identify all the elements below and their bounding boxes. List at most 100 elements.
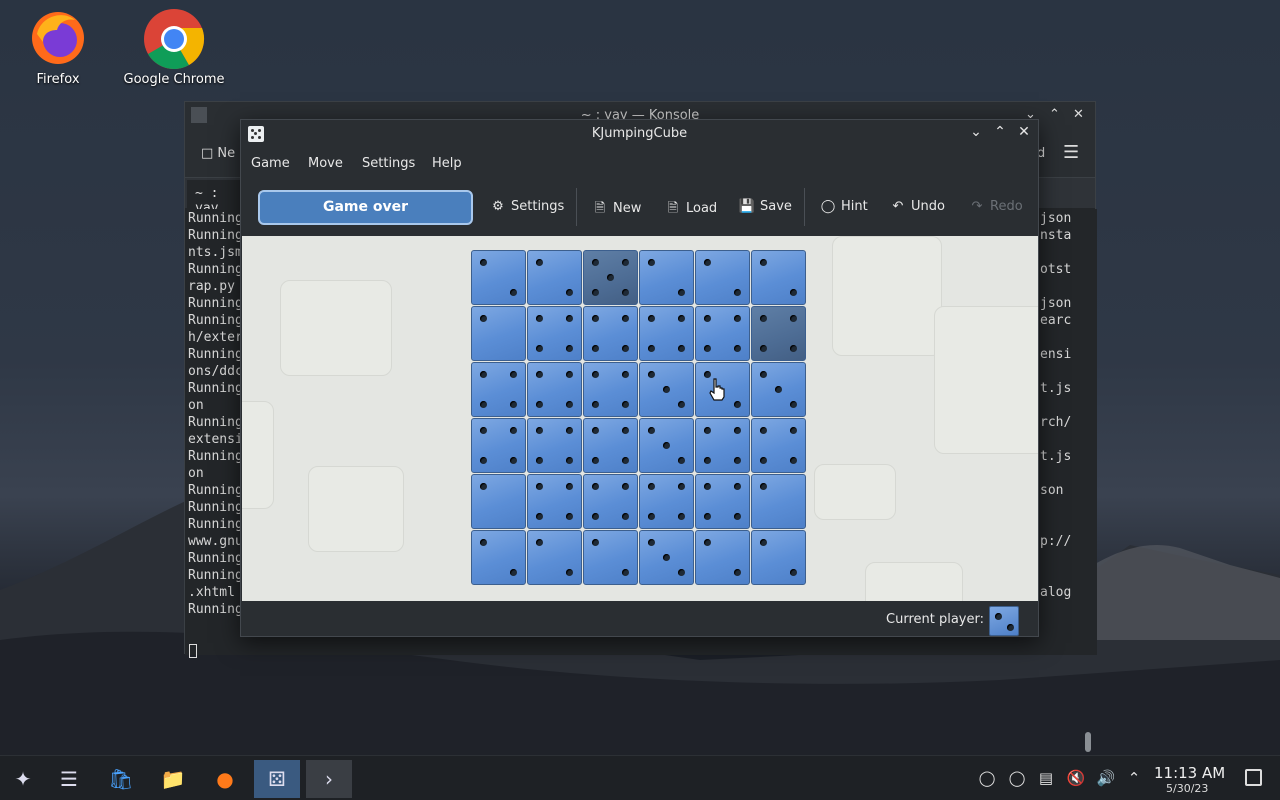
cube-pip (790, 345, 797, 352)
menu-move[interactable]: Move (308, 156, 343, 171)
cube-cell[interactable] (695, 474, 750, 529)
game-board[interactable] (242, 236, 1038, 601)
close-icon[interactable]: ✕ (1073, 107, 1084, 122)
cube-cell[interactable] (751, 250, 806, 305)
cube-cell[interactable] (695, 250, 750, 305)
cube-cell[interactable] (639, 250, 694, 305)
cube-pip (566, 345, 573, 352)
load-button[interactable]: 🗎 Load (664, 199, 717, 221)
cube-cell[interactable] (639, 530, 694, 585)
maximize-icon[interactable]: ⌃ (991, 124, 1009, 140)
user-icon[interactable]: ◯ (977, 768, 997, 788)
cube-cell[interactable] (527, 530, 582, 585)
konsole-taskbar-icon[interactable]: › (306, 760, 352, 798)
terminal-line-right: otst (1040, 262, 1072, 277)
cube-cell[interactable] (751, 418, 806, 473)
hint-button[interactable]: ◯ Hint (819, 199, 868, 214)
file-manager-icon[interactable]: 📁 (150, 760, 196, 798)
cube-cell[interactable] (527, 306, 582, 361)
cube-cell[interactable] (583, 474, 638, 529)
undo-button[interactable]: ↶ Undo (889, 199, 945, 214)
cube-pip (678, 345, 685, 352)
cube-cell[interactable] (639, 362, 694, 417)
cube-cell[interactable] (751, 306, 806, 361)
clock-date[interactable]: 5/30/23 (1166, 782, 1208, 795)
konsole-new-tab-button[interactable]: □ Ne (201, 146, 235, 161)
cube-cell[interactable] (639, 306, 694, 361)
cube-pip (734, 457, 741, 464)
cube-cell[interactable] (751, 474, 806, 529)
menu-help[interactable]: Help (432, 156, 462, 171)
cube-pip (622, 401, 629, 408)
cube-cell[interactable] (471, 250, 526, 305)
minimize-icon[interactable]: ⌄ (967, 124, 985, 140)
cube-cell[interactable] (471, 362, 526, 417)
terminal-line-right: p:// (1040, 534, 1072, 549)
discover-store-icon[interactable]: 🛍 (98, 760, 144, 798)
maximize-icon[interactable]: ⌃ (1049, 107, 1060, 122)
cube-pip (566, 569, 573, 576)
application-launcher-icon[interactable]: ✦ (0, 760, 46, 798)
volume-icon[interactable]: 🔊 (1096, 768, 1116, 788)
cube-cell[interactable] (639, 418, 694, 473)
save-button[interactable]: 💾 Save (738, 199, 792, 214)
clipboard-icon[interactable]: ▤ (1036, 768, 1056, 788)
statusbar: Current player: (241, 604, 1038, 636)
cube-cell[interactable] (583, 530, 638, 585)
cube-cell[interactable] (751, 530, 806, 585)
cube-pip (536, 259, 543, 266)
cube-cell[interactable] (639, 474, 694, 529)
terminal-line: Running (188, 381, 243, 396)
konsole-tab[interactable]: ~ : yay (187, 180, 243, 216)
menu-settings[interactable]: Settings (362, 156, 415, 171)
background-decoration (832, 236, 942, 356)
cube-pip (510, 427, 517, 434)
user-switch-icon[interactable]: ◯ (1007, 768, 1027, 788)
current-player-cube (989, 606, 1019, 636)
chevron-up-icon[interactable]: ⌃ (1124, 768, 1144, 788)
desktop-icon-firefox[interactable]: Firefox (3, 8, 113, 87)
redo-icon: ↷ (971, 199, 983, 214)
cube-pip (480, 483, 487, 490)
cube-cell[interactable] (471, 418, 526, 473)
game-status-button[interactable]: Game over (258, 190, 473, 225)
cube-cell[interactable] (527, 418, 582, 473)
cube-cell[interactable] (751, 362, 806, 417)
cube-pip (480, 371, 487, 378)
new-button[interactable]: 🗎 New (591, 199, 642, 221)
terminal-line: Running (188, 415, 243, 430)
close-icon[interactable]: ✕ (1015, 124, 1033, 140)
cube-cell[interactable] (583, 362, 638, 417)
cube-cell[interactable] (583, 418, 638, 473)
cube-cell[interactable] (527, 250, 582, 305)
cube-cell[interactable] (471, 530, 526, 585)
cube-cell[interactable] (695, 418, 750, 473)
konsole-scrollbar[interactable] (1085, 732, 1091, 752)
clock-time[interactable]: 11:13 AM (1154, 764, 1225, 782)
kjumpingcube-window[interactable]: KJumpingCube ⌄ ⌃ ✕ Game Move Settings He… (240, 119, 1039, 637)
cube-cell[interactable] (695, 306, 750, 361)
load-document-icon: 🗎 (667, 201, 679, 216)
cube-cell[interactable] (583, 306, 638, 361)
kjumpingcube-taskbar-icon[interactable]: ⚄ (254, 760, 300, 798)
toolbar-separator (804, 188, 805, 226)
cube-cell[interactable] (471, 306, 526, 361)
redo-button[interactable]: ↷ Redo (968, 199, 1023, 214)
cube-cell[interactable] (695, 530, 750, 585)
system-settings-icon[interactable]: ☰ (46, 760, 92, 798)
cube-cell[interactable] (471, 474, 526, 529)
cube-cell[interactable] (583, 250, 638, 305)
desktop-icon-google-chrome[interactable]: Google Chrome (119, 8, 229, 87)
show-desktop-icon[interactable] (1245, 769, 1262, 786)
mic-muted-icon[interactable]: 🔇 (1066, 768, 1086, 788)
sliders-icon: ⚙ (492, 199, 504, 214)
cube-cell[interactable] (527, 362, 582, 417)
cube-cell[interactable] (527, 474, 582, 529)
menu-game[interactable]: Game (251, 156, 290, 171)
firefox-taskbar-icon[interactable]: ● (202, 760, 248, 798)
hamburger-menu-icon[interactable]: ☰ (1063, 142, 1079, 163)
settings-button[interactable]: ⚙ Settings (489, 199, 564, 214)
kjumpingcube-titlebar[interactable]: KJumpingCube ⌄ ⌃ ✕ (241, 120, 1038, 148)
cube-pip (734, 569, 741, 576)
cube-pip (704, 457, 711, 464)
